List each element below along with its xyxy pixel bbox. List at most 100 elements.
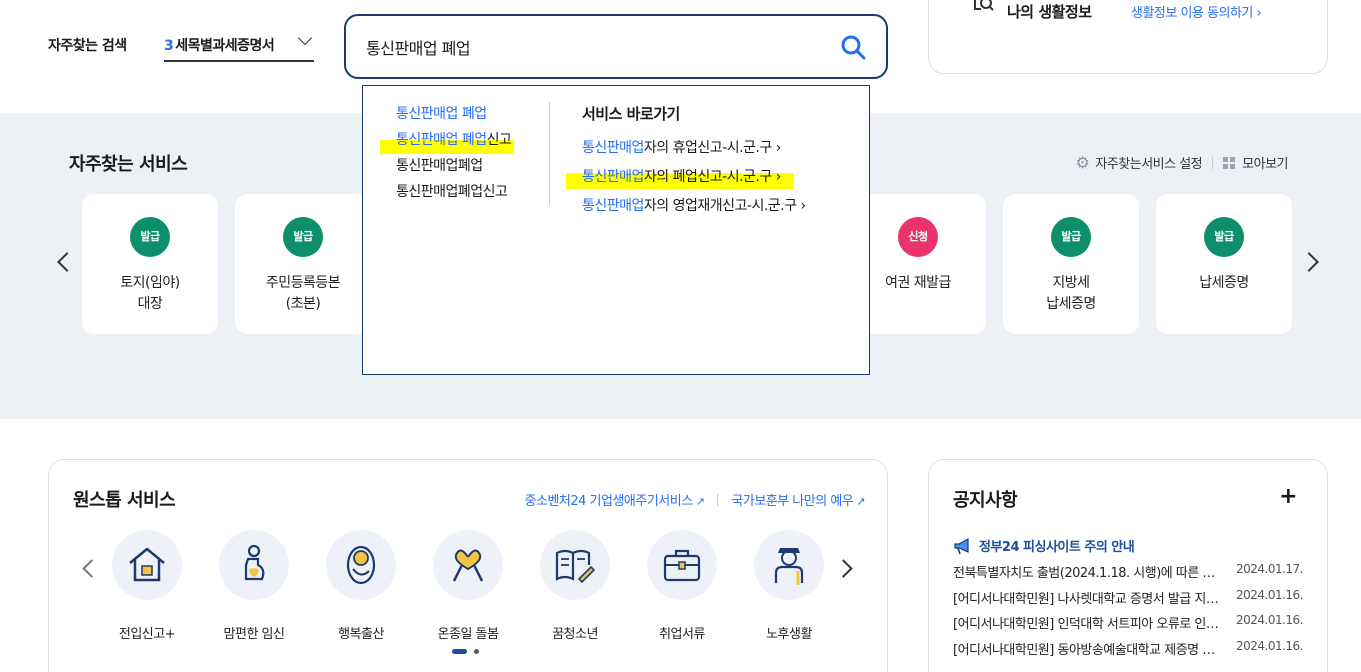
service-card-name: 납세증명: [1199, 275, 1249, 291]
onestop-item[interactable]: 전입신고+: [97, 530, 197, 642]
briefcase-icon: [647, 530, 717, 600]
service-card[interactable]: 발급 토지(임야) 대장: [82, 194, 218, 334]
divider: [1212, 156, 1214, 169]
frequent-term: 세목별과세증명서: [175, 38, 275, 54]
baby-icon: [326, 530, 396, 600]
life-info-title: 나의 생활정보: [1007, 3, 1092, 21]
life-info-link-label: 생활정보 이용 동의하기: [1131, 6, 1253, 21]
onestop-item[interactable]: 노후생활: [739, 530, 839, 642]
suggestion-item[interactable]: 통신판매업폐업신고: [396, 180, 511, 206]
life-info-icon: [974, 0, 994, 11]
book-icon: [540, 530, 610, 600]
onestop-item[interactable]: 취업서류: [632, 530, 732, 642]
dropdown-divider: [549, 102, 550, 205]
issue-badge: 발급: [283, 217, 323, 257]
suggestion-item[interactable]: 통신판매업 폐업신고: [380, 128, 514, 154]
chevron-right-icon: ›: [775, 169, 782, 185]
frequent-services-tools: ⚙ 자주찾는서비스 설정 모아보기: [1075, 153, 1289, 172]
notice-text: [어디서나대학민원] 인덕대학 서트피아 오류로 인한 발급 중지: [953, 617, 1221, 632]
frequent-rank: 3: [164, 38, 174, 54]
notice-text: [어디서나대학민원] 나사렛대학교 증명서 발급 지연 안내: [953, 592, 1221, 607]
service-card[interactable]: 발급 주민등록등본 (초본): [235, 194, 371, 334]
onestop-item-label: 노후생활: [766, 627, 812, 642]
notice-date: 2024.01.16.: [1235, 639, 1304, 653]
frequent-services-settings-button[interactable]: 자주찾는서비스 설정: [1095, 153, 1202, 172]
notice-text: 전북특별자치도 출범(2024.1.18. 시행)에 따른 서비스 변경 안내: [953, 566, 1221, 581]
suggestion-item[interactable]: 통신판매업폐업: [396, 154, 511, 180]
veterans-link[interactable]: 국가보훈부 나만의 예우 ↗: [731, 490, 865, 509]
onestop-item[interactable]: 꿈청소년: [525, 530, 625, 642]
suggestion-list: 통신판매업 폐업 통신판매업 폐업신고 통신판매업폐업 통신판매업폐업신고: [380, 102, 514, 206]
ribbon-icon: [433, 530, 503, 600]
onestop-panel: 원스톱 서비스 중소벤처24 기업생애주기서비스 ↗ 국가보훈부 나만의 예우 ↗ …: [48, 459, 888, 672]
elder-icon: [754, 530, 824, 600]
onestop-item-label: 행복출산: [338, 627, 384, 642]
onestop-item-label: 맘편한 임신: [223, 627, 285, 642]
onestop-title: 원스톱 서비스: [73, 490, 176, 511]
sme-venture-link[interactable]: 중소벤처24 기업생애주기서비스 ↗: [525, 490, 705, 509]
apply-badge: 신청: [898, 217, 938, 257]
onestop-item-label: 전입신고+: [118, 627, 176, 642]
pregnancy-icon: [219, 530, 289, 600]
service-card[interactable]: 신청 여권 재발급: [850, 194, 986, 334]
pagination-dot-active[interactable]: [452, 649, 467, 654]
frequent-services-title: 자주찾는 서비스: [69, 154, 188, 175]
life-info-card: 나의 생활정보 생활정보 이용 동의하기 ›: [928, 0, 1328, 74]
service-card[interactable]: 발급 지방세 납세증명: [1003, 194, 1139, 334]
gear-icon: ⚙: [1075, 153, 1090, 172]
notice-title: 공지사항: [953, 490, 1018, 511]
onestop-links: 중소벤처24 기업생애주기서비스 ↗ 국가보훈부 나만의 예우 ↗: [525, 490, 865, 509]
house-icon: [112, 530, 182, 600]
suggestion-item[interactable]: 통신판매업 폐업: [396, 102, 511, 128]
megaphone-icon: [954, 537, 969, 554]
notice-row[interactable]: [어디서나대학민원] 동아방송예술대학교 제증명 발급 중지 안내 2024.0…: [953, 639, 1304, 658]
notice-date: 2024.01.16.: [1235, 588, 1304, 602]
issue-badge: 발급: [1051, 217, 1091, 257]
notice-row[interactable]: [어디서나대학민원] 인덕대학 서트피아 오류로 인한 발급 중지 2024.0…: [953, 613, 1304, 632]
external-link-icon: ↗: [856, 495, 865, 508]
search-input[interactable]: [366, 34, 826, 60]
service-card-name: 주민등록등본 (초본): [265, 275, 341, 312]
onestop-item-label: 꿈청소년: [552, 627, 598, 642]
notice-date: 2024.01.16.: [1235, 613, 1304, 627]
frequent-search-select[interactable]: 3 세목별과세증명서: [164, 30, 314, 62]
chevron-down-icon: [297, 30, 313, 46]
view-all-button[interactable]: 모아보기: [1242, 153, 1288, 172]
search-icon[interactable]: [840, 34, 866, 60]
shortcut-link[interactable]: 통신판매업자의 휴업신고-시.군.구 ›: [582, 134, 806, 163]
autocomplete-dropdown: 통신판매업 폐업 통신판매업 폐업신고 통신판매업폐업 통신판매업폐업신고 서비…: [362, 85, 870, 375]
onestop-item[interactable]: 온종일 돌봄: [418, 530, 518, 642]
shortcut-title: 서비스 바로가기: [582, 105, 680, 123]
notice-panel: 공지사항 + 정부24 피싱사이트 주의 안내 전북특별자치도 출범(2024.…: [928, 459, 1328, 672]
search-box: [344, 14, 888, 79]
chevron-right-icon: ›: [775, 140, 782, 156]
issue-badge: 발급: [1204, 217, 1244, 257]
notice-text: [어디서나대학민원] 동아방송예술대학교 제증명 발급 중지 안내: [953, 643, 1221, 658]
plus-icon[interactable]: +: [1279, 484, 1297, 509]
divider: [717, 493, 719, 506]
shortcut-link[interactable]: 통신판매업자의 영업재개신고-시.군.구 ›: [582, 192, 806, 221]
onestop-item[interactable]: 행복출산: [311, 530, 411, 642]
life-info-consent-link[interactable]: 생활정보 이용 동의하기 ›: [1131, 2, 1262, 21]
service-card[interactable]: 발급 납세증명: [1156, 194, 1292, 334]
notice-headline[interactable]: 정부24 피싱사이트 주의 안내: [953, 536, 1135, 555]
service-shortcuts: 서비스 바로가기 통신판매업자의 휴업신고-시.군.구 › 통신판매업자의 폐업…: [566, 102, 806, 221]
issue-badge: 발급: [130, 217, 170, 257]
external-link-icon: ↗: [695, 495, 705, 508]
frequent-search-label: 자주찾는 검색: [48, 38, 127, 54]
onestop-item-label: 취업서류: [659, 627, 705, 642]
onestop-item[interactable]: 맘편한 임신: [204, 530, 304, 642]
notice-row[interactable]: [어디서나대학민원] 나사렛대학교 증명서 발급 지연 안내 2024.01.1…: [953, 588, 1304, 607]
chevron-right-icon: ›: [1256, 6, 1262, 21]
service-card-name: 지방세 납세증명: [1046, 275, 1096, 312]
service-card-name: 토지(임야) 대장: [120, 275, 180, 312]
pagination-dot[interactable]: [474, 649, 479, 654]
onestop-item-label: 온종일 돌봄: [437, 627, 499, 642]
carousel-pagination: [452, 649, 479, 654]
grid-icon: [1223, 156, 1236, 169]
service-card-name: 여권 재발급: [885, 275, 951, 291]
notice-row[interactable]: 전북특별자치도 출범(2024.1.18. 시행)에 따른 서비스 변경 안내 …: [953, 562, 1304, 581]
shortcut-link[interactable]: 통신판매업자의 폐업신고-시.군.구 ›: [566, 163, 806, 192]
notice-date: 2024.01.17.: [1235, 562, 1304, 576]
chevron-right-icon: ›: [800, 198, 806, 214]
